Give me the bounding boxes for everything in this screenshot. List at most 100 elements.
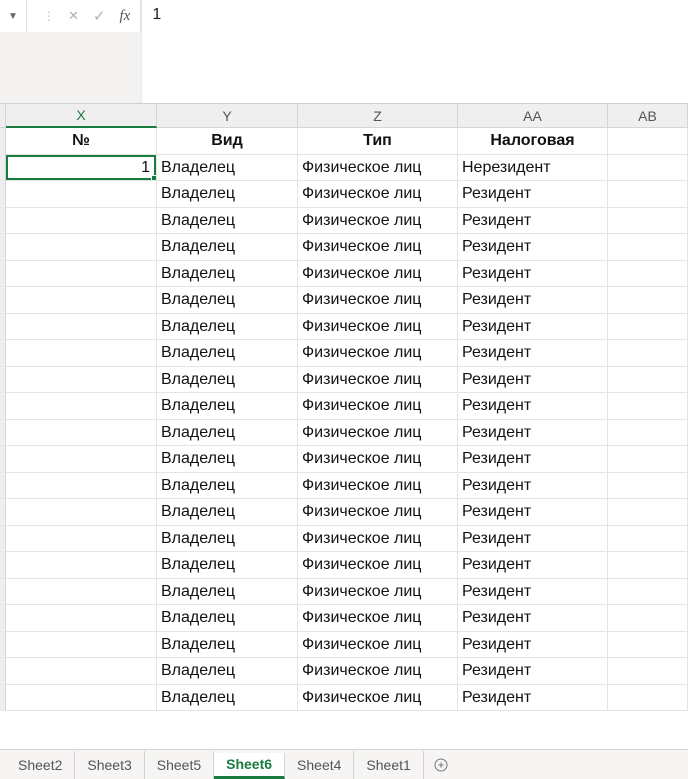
cell[interactable]: Физическое лиц <box>298 208 458 235</box>
cell[interactable] <box>608 128 688 155</box>
cell[interactable]: Владелец <box>157 685 298 712</box>
cell[interactable]: Резидент <box>458 499 608 526</box>
cell[interactable]: Резидент <box>458 393 608 420</box>
cell[interactable] <box>608 552 688 579</box>
cell[interactable]: Физическое лиц <box>298 658 458 685</box>
cell[interactable] <box>6 287 157 314</box>
cell[interactable]: Резидент <box>458 526 608 553</box>
column-header[interactable]: Y <box>157 104 298 128</box>
cell[interactable]: Резидент <box>458 658 608 685</box>
add-sheet-button[interactable] <box>424 757 458 773</box>
cell[interactable] <box>6 367 157 394</box>
sheet-tab[interactable]: Sheet3 <box>75 751 144 779</box>
cell[interactable]: Резидент <box>458 473 608 500</box>
cell[interactable]: Владелец <box>157 605 298 632</box>
cell[interactable]: Физическое лиц <box>298 314 458 341</box>
cell[interactable] <box>6 208 157 235</box>
cell[interactable]: Физическое лиц <box>298 181 458 208</box>
cell[interactable] <box>6 261 157 288</box>
sheet-tab[interactable]: Sheet2 <box>6 751 75 779</box>
cell[interactable]: Резидент <box>458 685 608 712</box>
column-header[interactable]: AB <box>608 104 688 128</box>
cell[interactable]: Физическое лиц <box>298 155 458 182</box>
cell[interactable] <box>608 393 688 420</box>
cell[interactable]: Физическое лиц <box>298 685 458 712</box>
cell[interactable]: Налоговая <box>458 128 608 155</box>
cell[interactable]: Физическое лиц <box>298 234 458 261</box>
confirm-icon[interactable]: ✓ <box>93 7 106 25</box>
cell[interactable]: Владелец <box>157 261 298 288</box>
cell[interactable]: Резидент <box>458 632 608 659</box>
cell[interactable] <box>608 155 688 182</box>
cell[interactable]: Владелец <box>157 579 298 606</box>
column-header[interactable]: X <box>6 104 157 128</box>
cell[interactable]: Владелец <box>157 367 298 394</box>
cell[interactable]: Физическое лиц <box>298 605 458 632</box>
cell[interactable]: Владелец <box>157 181 298 208</box>
cell[interactable]: Владелец <box>157 234 298 261</box>
cell[interactable]: Тип <box>298 128 458 155</box>
cell[interactable] <box>608 340 688 367</box>
cell[interactable] <box>608 658 688 685</box>
cell[interactable]: Резидент <box>458 340 608 367</box>
cell[interactable] <box>608 181 688 208</box>
cell[interactable]: Физическое лиц <box>298 632 458 659</box>
cell[interactable]: Физическое лиц <box>298 367 458 394</box>
cell[interactable]: Физическое лиц <box>298 473 458 500</box>
cell[interactable] <box>6 658 157 685</box>
cell[interactable]: Резидент <box>458 234 608 261</box>
cell[interactable]: Владелец <box>157 208 298 235</box>
cell[interactable] <box>6 340 157 367</box>
cell[interactable]: Нерезидент <box>458 155 608 182</box>
cell[interactable] <box>608 473 688 500</box>
formula-input[interactable]: 1 <box>142 0 688 103</box>
cell[interactable]: Резидент <box>458 367 608 394</box>
cell[interactable]: Резидент <box>458 181 608 208</box>
cell[interactable]: Владелец <box>157 340 298 367</box>
cell[interactable]: Резидент <box>458 261 608 288</box>
cell[interactable]: Владелец <box>157 287 298 314</box>
cell[interactable] <box>6 632 157 659</box>
cell[interactable] <box>6 420 157 447</box>
cell[interactable]: Физическое лиц <box>298 446 458 473</box>
cell[interactable]: Резидент <box>458 420 608 447</box>
cell[interactable]: Владелец <box>157 526 298 553</box>
cell[interactable] <box>608 605 688 632</box>
cell[interactable]: Физическое лиц <box>298 393 458 420</box>
cell[interactable]: Владелец <box>157 314 298 341</box>
cell[interactable] <box>608 367 688 394</box>
cell[interactable]: Владелец <box>157 658 298 685</box>
cell[interactable]: Владелец <box>157 499 298 526</box>
cell[interactable]: Физическое лиц <box>298 499 458 526</box>
cell[interactable]: Физическое лиц <box>298 287 458 314</box>
cell[interactable] <box>6 393 157 420</box>
cell[interactable]: Владелец <box>157 552 298 579</box>
cell[interactable]: Владелец <box>157 420 298 447</box>
cell[interactable]: Резидент <box>458 314 608 341</box>
cell[interactable]: Резидент <box>458 579 608 606</box>
cell[interactable] <box>6 552 157 579</box>
cell[interactable] <box>608 261 688 288</box>
cell[interactable]: Физическое лиц <box>298 526 458 553</box>
cell[interactable]: Резидент <box>458 552 608 579</box>
chevron-down-icon[interactable]: ▼ <box>4 4 22 28</box>
sheet-tab[interactable]: Sheet6 <box>214 753 285 779</box>
cell[interactable] <box>608 420 688 447</box>
cell[interactable] <box>6 579 157 606</box>
cell[interactable]: Владелец <box>157 393 298 420</box>
sheet-tab[interactable]: Sheet5 <box>145 751 214 779</box>
cell[interactable] <box>608 632 688 659</box>
cell[interactable] <box>6 526 157 553</box>
cell[interactable]: Владелец <box>157 155 298 182</box>
cell[interactable] <box>608 287 688 314</box>
cell[interactable] <box>6 181 157 208</box>
cell[interactable]: Физическое лиц <box>298 552 458 579</box>
cell[interactable]: Физическое лиц <box>298 261 458 288</box>
cell[interactable]: № <box>6 128 157 155</box>
cell[interactable] <box>6 685 157 712</box>
column-header[interactable]: Z <box>298 104 458 128</box>
cancel-icon[interactable]: ✕ <box>68 8 79 24</box>
cell[interactable]: Физическое лиц <box>298 340 458 367</box>
cell[interactable] <box>6 446 157 473</box>
cell[interactable] <box>608 579 688 606</box>
